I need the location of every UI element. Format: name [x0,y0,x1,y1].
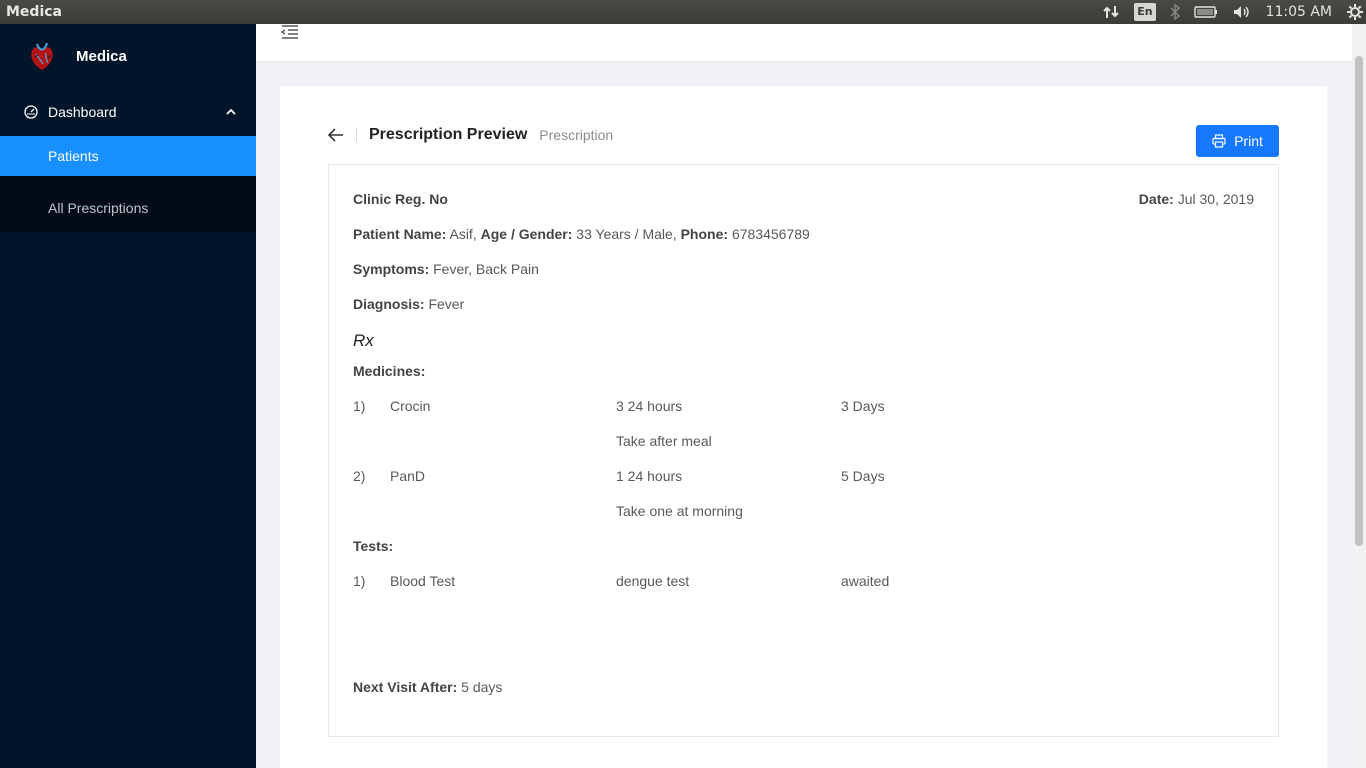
settings-gear-icon[interactable] [1346,3,1364,21]
page-subtitle: Prescription [539,127,614,143]
network-icon[interactable] [1102,4,1120,20]
page-header: Prescription Preview Prescription [328,126,613,144]
medicine-duration: 5 Days [841,468,885,484]
top-header [256,24,1352,62]
next-visit-line: Next Visit After: 5 days [353,677,502,697]
sidebar-item-patients[interactable]: Patients [0,136,256,176]
prescription-sheet: Clinic Reg. No Date: Jul 30, 2019 Patien… [328,164,1279,737]
os-window-title: Medica [6,4,62,20]
test-detail: dengue test [616,573,690,589]
test-name: Blood Test [390,573,456,589]
content-card: Prescription Preview Prescription Print … [280,86,1327,768]
medicine-duration: 3 Days [841,398,885,414]
medica-logo-icon [31,42,53,70]
brand[interactable]: Medica [0,24,256,88]
diagnosis-line: Diagnosis: Fever [353,294,464,314]
dashboard-icon [24,105,38,119]
print-button-label: Print [1234,133,1263,149]
clock[interactable]: 11:05 AM [1266,4,1332,20]
medicine-note: Take after meal [616,433,712,449]
printer-icon [1212,134,1226,148]
patient-name-label: Patient Name: [353,226,447,242]
brand-name: Medica [76,47,127,65]
chevron-up-icon [226,108,236,115]
scrollbar-thumb[interactable] [1355,56,1363,546]
sidebar-item-all-prescriptions[interactable]: All Prescriptions [0,184,256,232]
date-label: Date: [1138,191,1174,207]
clinic-reg-line: Clinic Reg. No [353,189,448,209]
age-gender-label: Age / Gender: [480,226,573,242]
medicines-heading: Medicines: [353,361,425,381]
sidebar-item-label: Patients [48,148,99,164]
print-button[interactable]: Print [1196,125,1279,157]
rx-symbol: Rx [353,331,374,350]
header-divider [356,128,357,142]
tests-label: Tests: [353,538,394,554]
next-visit-label: Next Visit After: [353,679,458,695]
test-index: 1) [353,573,366,589]
diagnosis-label: Diagnosis: [353,296,425,312]
patient-name-value: Asif, [449,226,477,242]
medicines-label: Medicines: [353,363,426,379]
clinic-reg-label: Clinic Reg. No [353,191,448,207]
medicine-index: 2) [353,468,366,484]
age-gender-value: 33 Years / Male, [576,226,677,242]
symptoms-value: Fever, Back Pain [433,261,539,277]
sidebar-item-dashboard-label: Dashboard [48,104,117,120]
date-line: Date: Jul 30, 2019 [1139,189,1254,209]
phone-label: Phone: [680,226,729,242]
date-value: Jul 30, 2019 [1177,191,1254,207]
sidebar-item-dashboard[interactable]: Dashboard [0,88,256,136]
system-tray: En 11:05 AM [1088,0,1366,24]
medicine-note: Take one at morning [616,503,743,519]
medicine-index: 1) [353,398,366,414]
arrow-left-icon[interactable] [328,128,344,142]
os-top-bar: Medica En 11:05 AM [0,0,1366,24]
medicine-name: PanD [390,468,426,484]
next-visit-value: 5 days [461,679,503,695]
medicine-name: Crocin [390,398,431,414]
medicine-dosage: 1 24 hours [616,468,683,484]
symptoms-label: Symptoms: [353,261,430,277]
keyboard-language-indicator[interactable]: En [1134,3,1156,21]
medicine-dosage: 3 24 hours [616,398,683,414]
battery-icon[interactable] [1193,5,1218,19]
tests-heading: Tests: [353,536,393,556]
volume-icon[interactable] [1232,4,1252,20]
test-status: awaited [841,573,890,589]
sidebar-item-label: All Prescriptions [48,200,149,216]
diagnosis-value: Fever [428,296,465,312]
phone-value: 6783456789 [731,226,810,242]
symptoms-line: Symptoms: Fever, Back Pain [353,259,539,279]
page-scrollbar[interactable] [1352,24,1366,768]
page-title: Prescription Preview [369,126,528,143]
sidebar: Medica Dashboard Patients All Prescripti… [0,24,256,768]
bluetooth-icon[interactable] [1170,4,1180,20]
patient-line: Patient Name: Asif, Age / Gender: 33 Yea… [353,224,810,244]
menu-fold-icon[interactable] [280,24,300,40]
dashboard-submenu: Patients All Prescriptions [0,136,256,232]
